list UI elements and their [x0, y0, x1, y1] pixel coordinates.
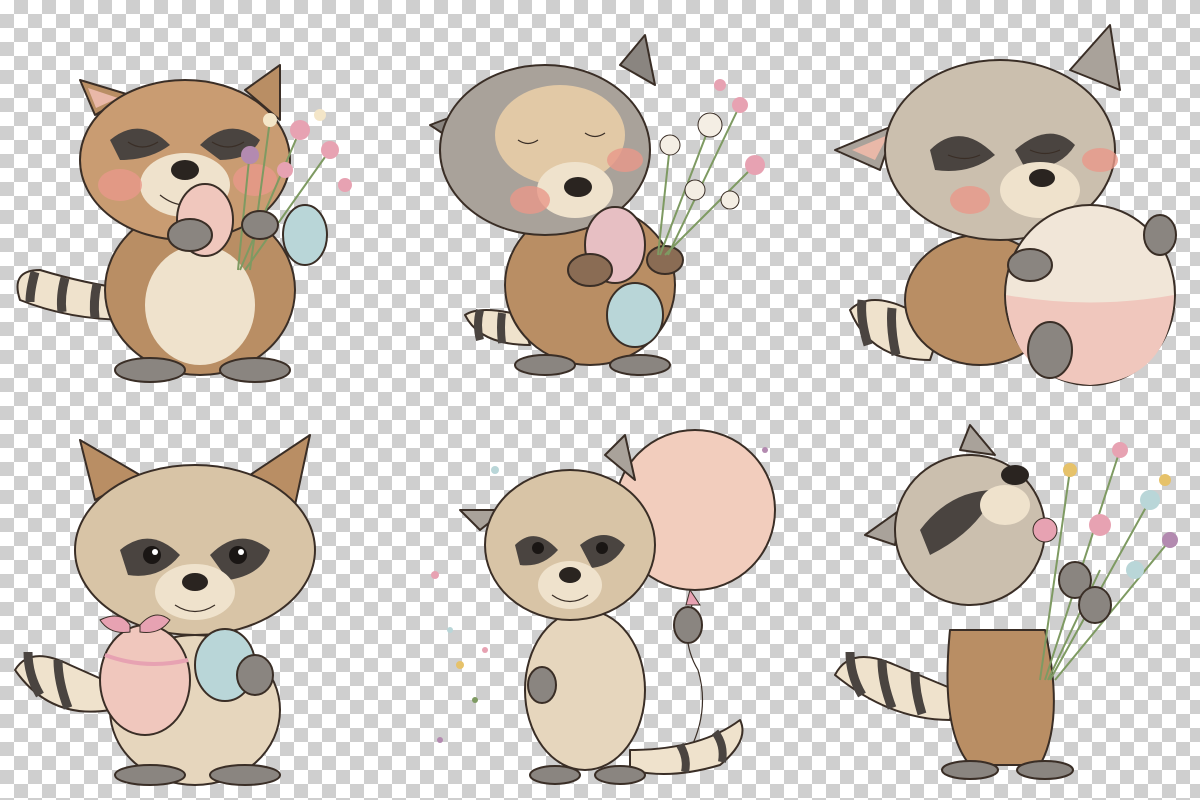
left-foot [114, 357, 186, 383]
nose [171, 160, 199, 180]
right-ear [959, 424, 996, 456]
head [459, 434, 656, 621]
foot [1027, 321, 1073, 379]
left-foot [941, 760, 999, 780]
raccoon-sleeping-on-big-egg [820, 10, 1200, 390]
raccoon-hugging-egg-with-bouquet [0, 20, 400, 390]
right-cheek-blush [607, 148, 643, 172]
blue-egg [606, 282, 664, 348]
raccoon-4-drawing [14, 434, 316, 786]
left-foot [529, 765, 581, 785]
right-foot [609, 354, 671, 376]
raccoon-with-balloon [420, 420, 800, 795]
left-paw [567, 253, 613, 287]
raccoon-5-drawing [431, 429, 776, 785]
left-cheek-blush [98, 169, 142, 201]
right-cheek-blush [233, 164, 277, 196]
left-foot [114, 764, 186, 786]
raccoon-3-drawing [834, 24, 1177, 386]
nose [182, 573, 208, 591]
body [946, 629, 1055, 766]
left-foot [514, 354, 576, 376]
tail [834, 651, 956, 721]
bouquet [1032, 442, 1178, 681]
left-eye [143, 546, 161, 564]
bouquet [657, 79, 765, 256]
left-paw [527, 666, 557, 704]
nose [564, 177, 592, 197]
nose [559, 567, 581, 583]
right-eye [596, 542, 608, 554]
right-paw [236, 654, 274, 696]
illustration-sheet [0, 0, 1200, 800]
raccoon-1-drawing [16, 64, 352, 383]
paw [167, 218, 213, 252]
raccoon-2-drawing [429, 34, 765, 376]
head [74, 434, 316, 636]
right-foot [219, 357, 291, 383]
right-eye [229, 546, 247, 564]
right-paw [241, 210, 279, 240]
nose [1029, 169, 1055, 187]
right-cheek-blush [1082, 148, 1118, 172]
paw-holding-string [673, 606, 703, 644]
right-ear [619, 34, 656, 86]
right-foot [1016, 760, 1074, 780]
blue-egg [282, 204, 328, 266]
muzzle [980, 485, 1030, 525]
right-ear [1069, 24, 1121, 91]
right-paw [646, 245, 684, 275]
raccoon-smelling-bouquet [820, 420, 1200, 795]
left-paw [1007, 248, 1053, 282]
right-paw [1078, 586, 1112, 624]
left-cheek-blush [510, 186, 550, 214]
right-foot [594, 765, 646, 785]
left-cheek-blush [950, 186, 990, 214]
raccoon-6-drawing [834, 424, 1178, 780]
right-foot [209, 764, 281, 786]
raccoon-holding-eggs-and-flowers [410, 15, 800, 390]
right-paw [1143, 214, 1177, 256]
tail [629, 719, 744, 775]
right-ear [604, 434, 636, 481]
raccoon-with-bow-egg [0, 420, 400, 795]
left-eye [532, 542, 544, 554]
nose [1001, 465, 1029, 485]
head [429, 34, 656, 236]
